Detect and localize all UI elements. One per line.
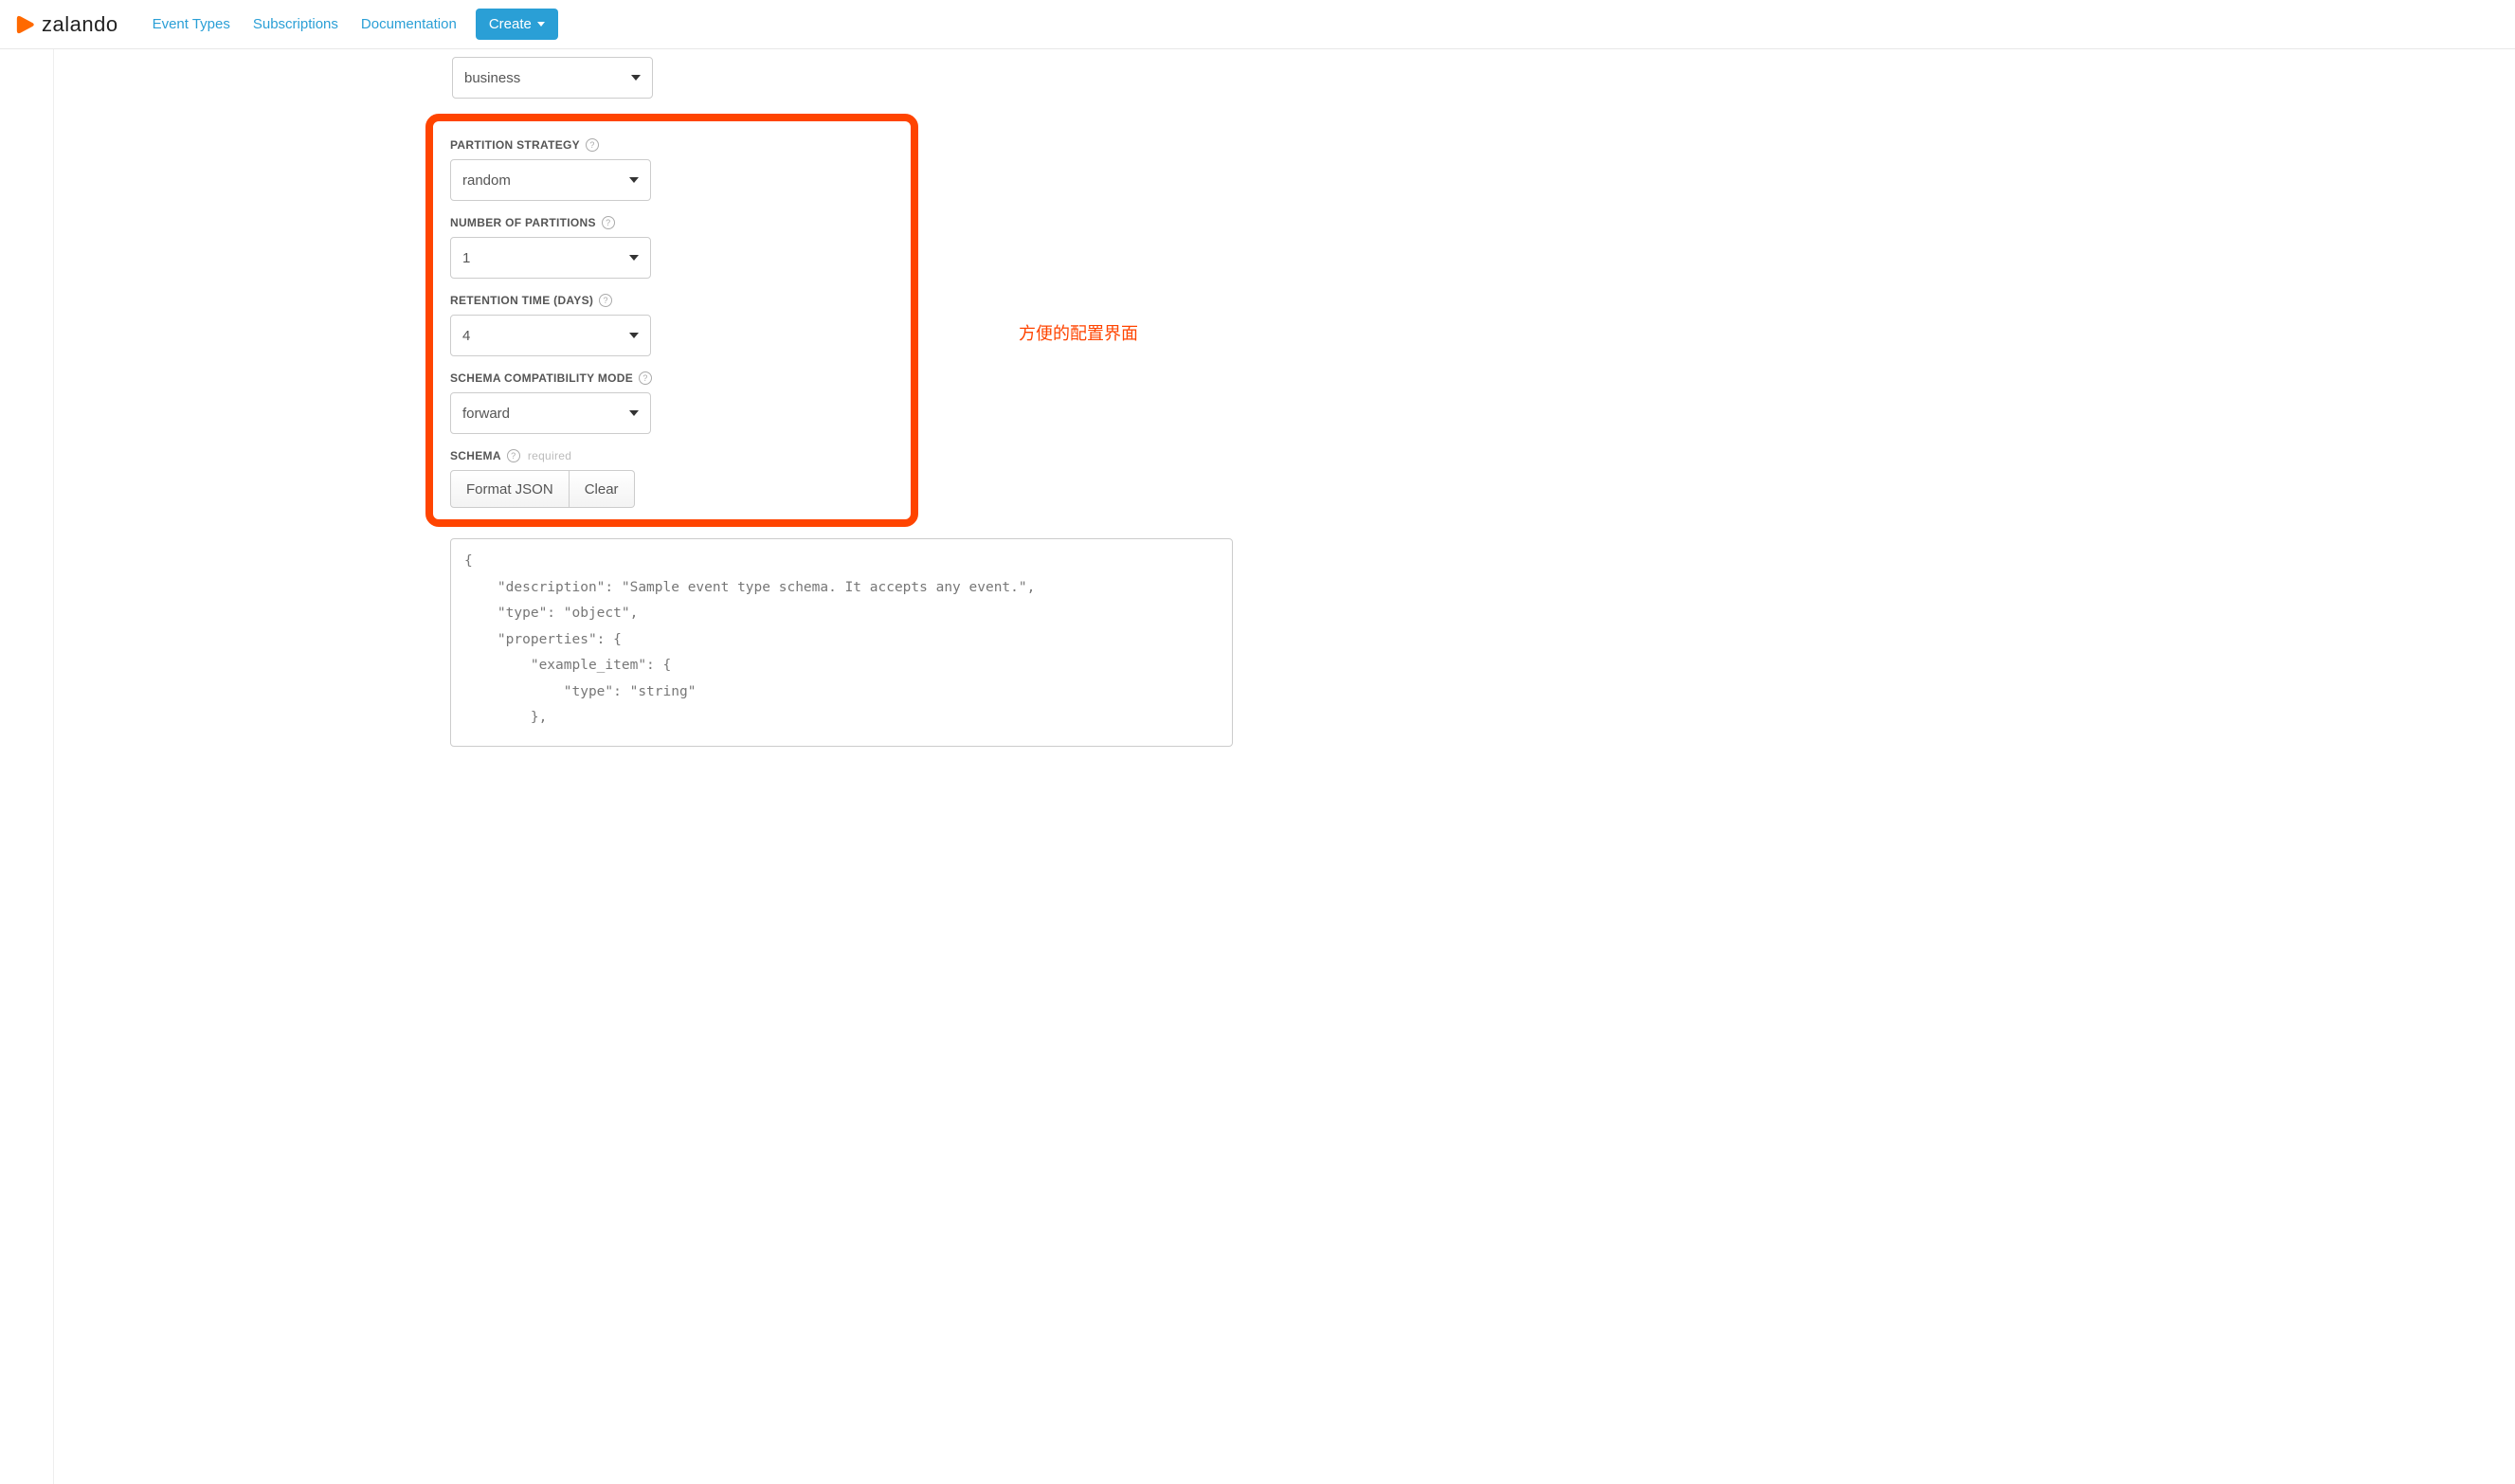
form-column: business PARTITION STRATEGY ? random NUM… [54,57,888,750]
chevron-down-icon [629,177,639,183]
nav-link-subscriptions[interactable]: Subscriptions [242,0,350,49]
required-tag: required [528,449,571,462]
chevron-down-icon [629,255,639,261]
nav-link-event-types[interactable]: Event Types [141,0,242,49]
nav-links: Event Types Subscriptions Documentation … [141,0,558,49]
partition-strategy-label: PARTITION STRATEGY ? [450,138,894,152]
field-category: business [452,57,888,99]
page: 方便的配置界面 business PARTITION STRATEGY ? ra… [53,49,2515,1484]
field-retention-time: RETENTION TIME (DAYS) ? 4 [450,294,894,356]
field-partition-strategy: PARTITION STRATEGY ? random [450,138,894,201]
chevron-down-icon [631,75,641,81]
number-of-partitions-label-text: NUMBER OF PARTITIONS [450,216,596,229]
annotation-text: 方便的配置界面 [1019,320,1138,345]
create-button[interactable]: Create [476,9,558,40]
schema-label: SCHEMA ? required [450,449,894,462]
schema-compatibility-label: SCHEMA COMPATIBILITY MODE ? [450,371,894,385]
retention-time-label-text: RETENTION TIME (DAYS) [450,294,593,307]
help-icon[interactable]: ? [507,449,520,462]
schema-compatibility-label-text: SCHEMA COMPATIBILITY MODE [450,371,633,385]
schema-button-row: Format JSON Clear [450,470,894,508]
field-schema-header: SCHEMA ? required Format JSON Clear [450,449,894,508]
help-icon[interactable]: ? [639,371,652,385]
category-select[interactable]: business [452,57,653,99]
create-button-label: Create [489,16,532,32]
number-of-partitions-select[interactable]: 1 [450,237,651,279]
schema-compatibility-value: forward [462,406,510,422]
schema-textarea[interactable] [450,538,1233,747]
schema-label-text: SCHEMA [450,449,501,462]
brand[interactable]: zalando [15,12,118,37]
number-of-partitions-label: NUMBER OF PARTITIONS ? [450,216,894,229]
partition-strategy-value: random [462,172,511,189]
schema-compatibility-select[interactable]: forward [450,392,651,434]
format-json-button[interactable]: Format JSON [450,470,570,508]
chevron-down-icon [629,410,639,416]
schema-area-wrap [450,538,1233,750]
chevron-down-icon [629,333,639,338]
field-number-of-partitions: NUMBER OF PARTITIONS ? 1 [450,216,894,279]
help-icon[interactable]: ? [602,216,615,229]
category-select-value: business [464,70,520,86]
brand-logo-icon [15,14,36,35]
brand-name: zalando [42,12,118,37]
partition-strategy-select[interactable]: random [450,159,651,201]
clear-button[interactable]: Clear [570,470,635,508]
chevron-down-icon [537,22,545,27]
highlight-box: PARTITION STRATEGY ? random NUMBER OF PA… [425,114,918,527]
retention-time-label: RETENTION TIME (DAYS) ? [450,294,894,307]
nav-link-documentation[interactable]: Documentation [350,0,468,49]
retention-time-value: 4 [462,328,470,344]
help-icon[interactable]: ? [586,138,599,152]
partition-strategy-label-text: PARTITION STRATEGY [450,138,580,152]
retention-time-select[interactable]: 4 [450,315,651,356]
field-schema-compatibility: SCHEMA COMPATIBILITY MODE ? forward [450,371,894,434]
help-icon[interactable]: ? [599,294,612,307]
number-of-partitions-value: 1 [462,250,470,266]
navbar: zalando Event Types Subscriptions Docume… [0,0,2515,49]
